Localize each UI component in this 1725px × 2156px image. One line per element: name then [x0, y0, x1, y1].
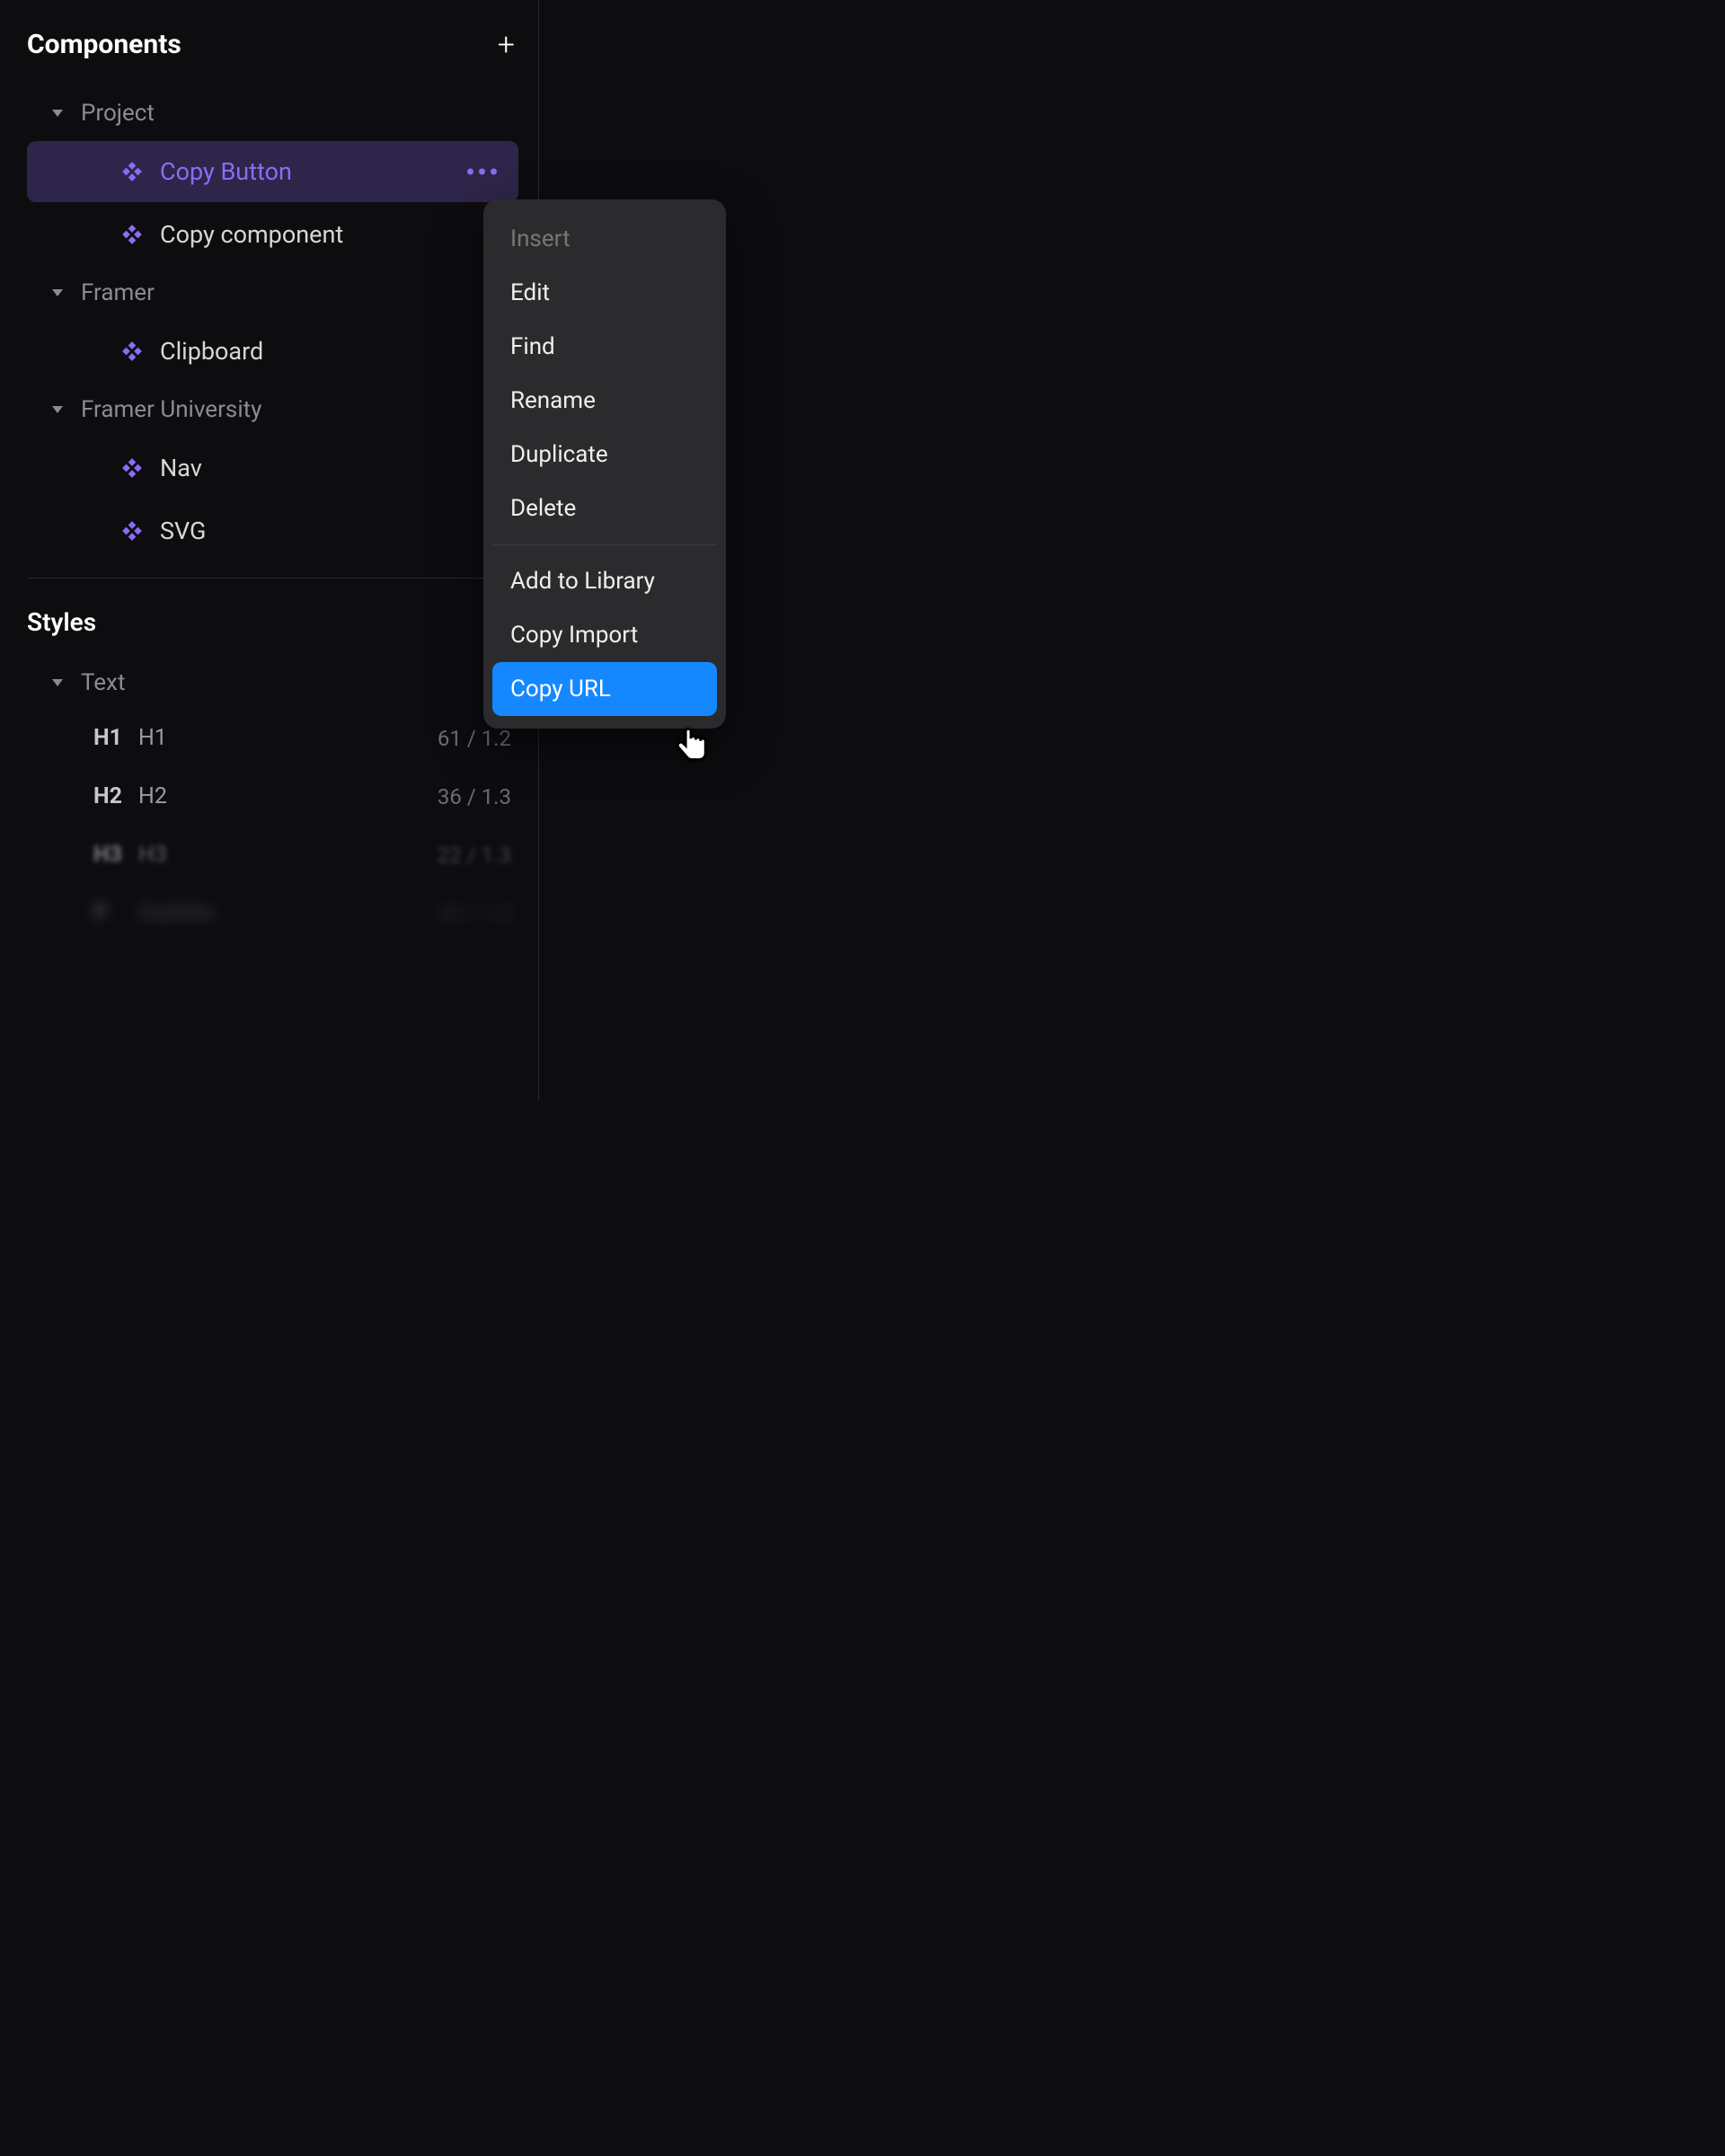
style-name: H3 [138, 842, 438, 868]
styles-group-label: Text [81, 669, 125, 696]
component-item-copy-component[interactable]: Copy component [27, 204, 518, 265]
style-row-h3[interactable]: H3 H3 22 / 1.3 [0, 826, 538, 884]
style-row-h1[interactable]: H1 H1 61 / 1.2 [0, 709, 538, 767]
style-meta: 36 / 1.3 [438, 784, 511, 809]
more-options-button[interactable] [467, 169, 497, 175]
component-icon [120, 340, 144, 363]
styles-title: Styles [0, 586, 538, 657]
group-label: Project [81, 100, 155, 127]
group-project[interactable]: Project [0, 87, 538, 139]
chevron-down-icon [52, 289, 63, 296]
style-name: H2 [138, 783, 438, 809]
style-row-h2[interactable]: H2 H2 36 / 1.3 [0, 767, 538, 826]
ctx-duplicate[interactable]: Duplicate [492, 428, 717, 482]
ctx-edit[interactable]: Edit [492, 266, 717, 320]
ctx-copy-url[interactable]: Copy URL [492, 662, 717, 716]
component-item-copy-button[interactable]: Copy Button [27, 141, 518, 202]
style-meta: 61 / 1.2 [438, 726, 511, 751]
context-menu: Insert Edit Find Rename Duplicate Delete… [483, 199, 726, 729]
ctx-copy-import[interactable]: Copy Import [492, 608, 717, 662]
ctx-find[interactable]: Find [492, 320, 717, 374]
styles-group-text[interactable]: Text [0, 657, 538, 709]
style-row-subtitle[interactable]: P Subtitle 20 / 1.5 [0, 884, 538, 942]
ctx-insert: Insert [492, 212, 717, 266]
components-header: Components + [0, 20, 538, 87]
group-framer[interactable]: Framer [0, 267, 538, 319]
component-item-nav[interactable]: Nav [27, 437, 518, 499]
group-framer-university[interactable]: Framer University [0, 384, 538, 436]
component-item-clipboard[interactable]: Clipboard [27, 321, 518, 382]
component-icon [120, 519, 144, 543]
style-name: Subtitle [138, 900, 438, 926]
chevron-down-icon [52, 110, 63, 117]
style-meta: 22 / 1.3 [438, 843, 511, 868]
component-item-svg[interactable]: SVG [27, 500, 518, 561]
style-tag: P [93, 900, 138, 926]
component-label: Copy Button [160, 157, 292, 186]
ctx-rename[interactable]: Rename [492, 374, 717, 428]
style-tag: H1 [93, 725, 138, 751]
chevron-down-icon [52, 679, 63, 686]
chevron-down-icon [52, 406, 63, 413]
group-label: Framer [81, 279, 155, 306]
component-label: Nav [160, 454, 202, 482]
menu-separator [492, 544, 717, 545]
ctx-add-to-library[interactable]: Add to Library [492, 554, 717, 608]
component-icon [120, 456, 144, 480]
component-label: Copy component [160, 220, 343, 249]
style-name: H1 [138, 725, 438, 751]
component-icon [120, 223, 144, 246]
components-title: Components [27, 29, 181, 60]
group-label: Framer University [81, 396, 261, 423]
component-icon [120, 160, 144, 183]
cursor-hand-icon [672, 724, 712, 773]
add-component-button[interactable]: + [498, 30, 515, 60]
side-panel: Components + Project Copy Button Copy co… [0, 0, 539, 1100]
component-label: Clipboard [160, 337, 263, 366]
style-tag: H2 [93, 783, 138, 809]
style-meta: 20 / 1.5 [438, 901, 511, 926]
component-label: SVG [160, 517, 206, 545]
style-tag: H3 [93, 842, 138, 868]
section-divider [27, 578, 515, 579]
ctx-delete[interactable]: Delete [492, 482, 717, 535]
